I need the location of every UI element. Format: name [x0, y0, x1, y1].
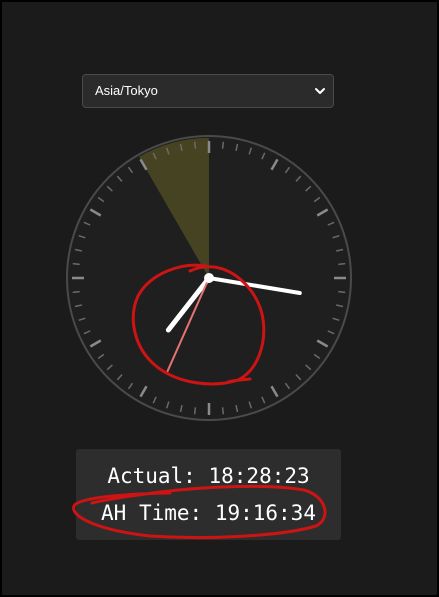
clock-minute-tick	[221, 407, 225, 415]
clock-minute-tick	[338, 262, 346, 266]
app-frame: Asia/Tokyo Actual: 18:28:23 AH Time: 19:…	[0, 0, 439, 597]
time-readout-panel: Actual: 18:28:23 AH Time: 19:16:34	[76, 449, 341, 540]
clock-minute-tick	[193, 141, 197, 149]
clock-minute-tick	[221, 141, 225, 149]
clock-minute-tick	[72, 290, 80, 294]
clock-minute-tick	[338, 290, 346, 294]
ah-time-label: AH Time:	[101, 501, 203, 525]
timezone-select[interactable]: Asia/Tokyo	[82, 74, 334, 108]
timezone-select-value: Asia/Tokyo	[95, 83, 158, 98]
ah-time-value: 19:16:34	[214, 501, 316, 525]
actual-time-value: 18:28:23	[208, 464, 310, 488]
ah-time-line: AH Time: 19:16:34	[76, 501, 341, 525]
actual-time-label: Actual:	[107, 464, 196, 488]
clock-minute-tick	[72, 262, 80, 266]
analog-clock	[66, 135, 352, 421]
chevron-down-icon	[315, 88, 325, 94]
actual-time-line: Actual: 18:28:23	[76, 464, 341, 488]
clock-center-pin	[204, 273, 214, 283]
clock-minute-tick	[193, 407, 197, 415]
